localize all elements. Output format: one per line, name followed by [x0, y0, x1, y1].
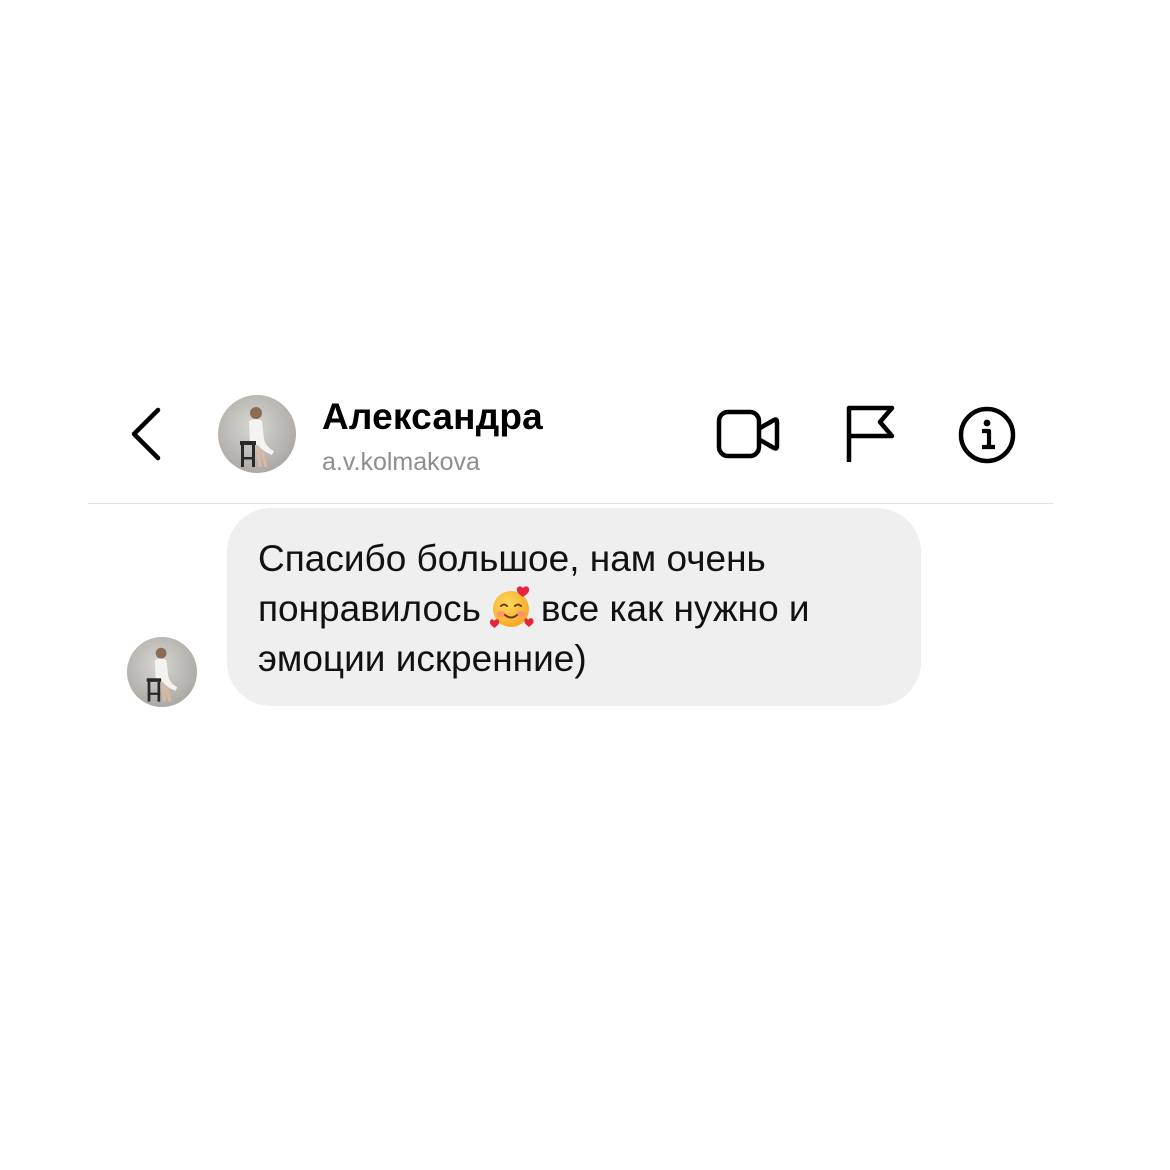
header-divider	[88, 503, 1054, 504]
smiling-face-with-hearts-icon	[489, 586, 534, 628]
info-button[interactable]	[956, 404, 1018, 466]
chat-header: Александра a.v.kolmakova	[88, 388, 1054, 504]
avatar-photo	[218, 395, 296, 473]
contact-username: a.v.kolmakova	[322, 448, 480, 476]
video-camera-icon	[716, 409, 780, 459]
message-row: Спасибо большое, нам очень понравилось в…	[0, 508, 1170, 708]
report-button[interactable]	[844, 404, 898, 464]
avatar[interactable]	[218, 395, 296, 473]
flag-icon	[846, 405, 895, 462]
message-text: Спасибо большое, нам очень понравилось в…	[258, 534, 891, 684]
avatar-photo	[127, 637, 197, 707]
avatar[interactable]	[127, 637, 197, 707]
video-call-button[interactable]	[716, 406, 780, 462]
chevron-left-icon	[131, 407, 161, 461]
message-bubble[interactable]: Спасибо большое, нам очень понравилось в…	[227, 508, 921, 706]
info-icon	[958, 406, 1016, 464]
back-button[interactable]	[128, 404, 168, 464]
contact-name[interactable]: Александра	[322, 396, 543, 438]
